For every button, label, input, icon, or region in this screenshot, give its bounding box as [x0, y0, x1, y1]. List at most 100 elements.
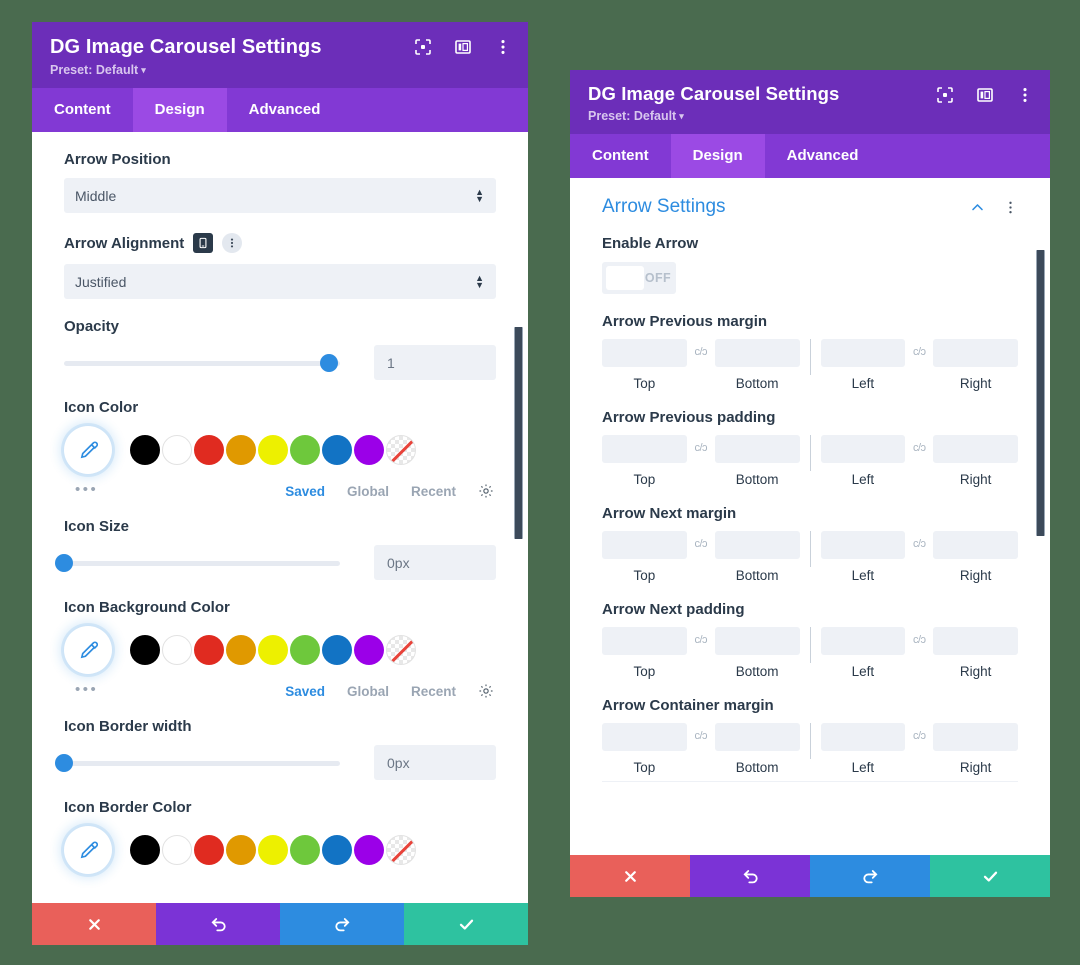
slider-thumb[interactable] — [55, 553, 73, 572]
link-sides-icon[interactable]: c/ɔ — [905, 634, 933, 646]
more-vertical-icon[interactable] — [1016, 86, 1034, 104]
scrollbar-right[interactable] — [1036, 250, 1045, 537]
chevron-up-icon[interactable] — [970, 200, 985, 215]
redo-button[interactable] — [280, 903, 404, 945]
more-vertical-icon[interactable] — [222, 233, 243, 253]
spacing-input-left[interactable] — [820, 339, 906, 368]
focus-icon[interactable] — [414, 38, 432, 56]
spacing-input-bottom[interactable] — [714, 339, 800, 368]
swatch-green[interactable] — [290, 835, 320, 865]
spacing-input-right[interactable] — [933, 435, 1018, 464]
spacing-input-bottom[interactable] — [714, 531, 800, 560]
section-arrow-settings-header[interactable]: Arrow Settings — [602, 178, 1018, 224]
slider-thumb[interactable] — [55, 753, 73, 772]
link-sides-icon[interactable]: c/ɔ — [905, 730, 933, 742]
arrow-position-select[interactable]: Middle — [64, 178, 496, 213]
swatch-white[interactable] — [162, 635, 192, 665]
swatch-yellow[interactable] — [258, 635, 288, 665]
spacing-input-top[interactable] — [602, 723, 687, 752]
spacing-input-bottom[interactable] — [714, 435, 800, 464]
redo-button[interactable] — [810, 855, 930, 897]
swatch-blue[interactable] — [322, 835, 352, 865]
swatch-yellow[interactable] — [258, 835, 288, 865]
tab-content[interactable]: Content — [32, 88, 133, 132]
swatch-purple[interactable] — [354, 635, 384, 665]
swatch-red[interactable] — [194, 835, 224, 865]
swatch-black[interactable] — [130, 835, 160, 865]
swatch-yellow[interactable] — [258, 435, 288, 465]
swatch-red[interactable] — [194, 635, 224, 665]
link-sides-icon[interactable]: c/ɔ — [687, 730, 715, 742]
swatch-white[interactable] — [162, 835, 192, 865]
swatch-purple[interactable] — [354, 435, 384, 465]
icon-border-width-slider[interactable] — [55, 752, 340, 774]
spacing-input-left[interactable] — [820, 531, 906, 560]
spacing-input-right[interactable] — [933, 531, 1018, 560]
color-tab-saved[interactable]: Saved — [285, 484, 325, 499]
more-vertical-icon[interactable] — [1003, 200, 1018, 215]
swatch-black[interactable] — [130, 435, 160, 465]
save-button[interactable] — [404, 903, 528, 945]
undo-button[interactable] — [690, 855, 810, 897]
color-tab-recent[interactable]: Recent — [411, 684, 456, 699]
swatch-white[interactable] — [162, 435, 192, 465]
undo-button[interactable] — [156, 903, 280, 945]
link-sides-icon[interactable]: c/ɔ — [687, 346, 715, 358]
spacing-input-right[interactable] — [933, 339, 1018, 368]
swatch-green[interactable] — [290, 435, 320, 465]
swatch-green[interactable] — [290, 635, 320, 665]
arrow-alignment-select[interactable]: Justified — [64, 264, 496, 299]
link-sides-icon[interactable]: c/ɔ — [687, 634, 715, 646]
icon-size-value-input[interactable] — [374, 545, 496, 580]
mobile-icon[interactable] — [193, 233, 214, 253]
preset-selector[interactable]: Preset: Default ▾ — [588, 109, 1032, 123]
spacing-input-bottom[interactable] — [714, 627, 800, 656]
spacing-input-left[interactable] — [820, 627, 906, 656]
cancel-button[interactable] — [32, 903, 156, 945]
tab-content[interactable]: Content — [570, 134, 671, 178]
spacing-input-left[interactable] — [820, 435, 906, 464]
swatch-orange[interactable] — [226, 435, 256, 465]
swatch-black[interactable] — [130, 635, 160, 665]
swatch-red[interactable] — [194, 435, 224, 465]
opacity-value-input[interactable] — [374, 345, 496, 380]
more-colors-button[interactable]: ••• — [75, 682, 98, 697]
link-sides-icon[interactable]: c/ɔ — [905, 538, 933, 550]
swatch-transparent[interactable] — [386, 835, 416, 865]
opacity-slider[interactable] — [64, 352, 340, 374]
swatch-transparent[interactable] — [386, 635, 416, 665]
settings-gear-icon[interactable] — [478, 683, 494, 699]
tab-design[interactable]: Design — [132, 88, 227, 132]
cancel-button[interactable] — [570, 855, 690, 897]
tab-advanced[interactable]: Advanced — [765, 134, 881, 178]
link-sides-icon[interactable]: c/ɔ — [687, 442, 715, 454]
more-colors-button[interactable]: ••• — [75, 482, 98, 497]
spacing-input-top[interactable] — [602, 435, 687, 464]
spacing-input-left[interactable] — [820, 723, 906, 752]
slider-thumb[interactable] — [319, 353, 338, 372]
swatch-purple[interactable] — [354, 835, 384, 865]
icon-border-width-value-input[interactable] — [374, 745, 496, 780]
tab-advanced[interactable]: Advanced — [227, 88, 343, 132]
spacing-input-top[interactable] — [602, 339, 687, 368]
eyedropper-button[interactable] — [64, 426, 112, 474]
preset-selector[interactable]: Preset: Default ▾ — [50, 63, 510, 77]
swatch-blue[interactable] — [322, 635, 352, 665]
settings-gear-icon[interactable] — [478, 483, 494, 499]
swatch-transparent[interactable] — [386, 435, 416, 465]
enable-arrow-toggle[interactable]: OFF — [602, 262, 676, 295]
swatch-blue[interactable] — [322, 435, 352, 465]
eyedropper-button[interactable] — [64, 626, 112, 674]
tab-design[interactable]: Design — [670, 134, 765, 179]
swatch-orange[interactable] — [226, 835, 256, 865]
eyedropper-button[interactable] — [64, 826, 112, 874]
more-vertical-icon[interactable] — [494, 38, 512, 56]
focus-icon[interactable] — [936, 86, 954, 104]
color-tab-global[interactable]: Global — [347, 684, 389, 699]
scrollbar-left[interactable] — [514, 327, 523, 539]
link-sides-icon[interactable]: c/ɔ — [905, 346, 933, 358]
link-sides-icon[interactable]: c/ɔ — [905, 442, 933, 454]
spacing-input-right[interactable] — [933, 627, 1018, 656]
color-tab-saved[interactable]: Saved — [285, 684, 325, 699]
link-sides-icon[interactable]: c/ɔ — [687, 538, 715, 550]
